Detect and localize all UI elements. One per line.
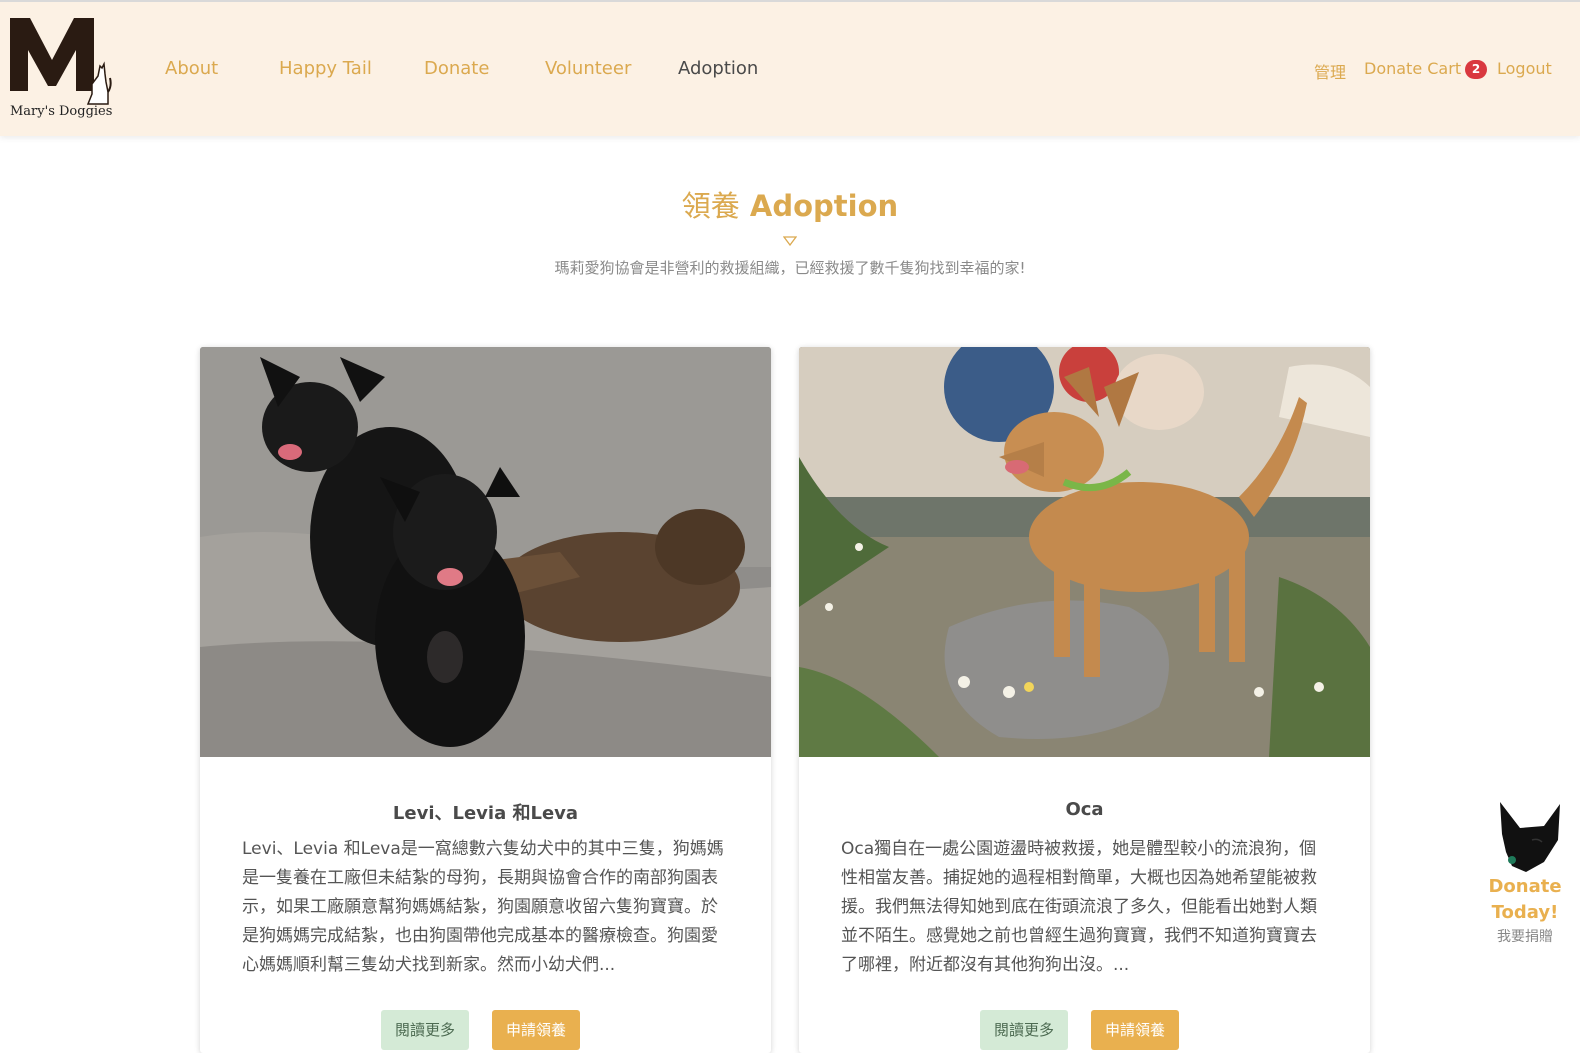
nav-donate-link[interactable]: Donate — [424, 58, 489, 79]
nav-adoption-link[interactable]: Adoption — [678, 58, 758, 79]
card-title: Oca — [1065, 799, 1104, 820]
nav-about-link[interactable]: About — [165, 58, 218, 79]
nav-logout-link[interactable]: Logout — [1497, 59, 1552, 78]
oca-photo-illustration — [799, 347, 1370, 757]
dog-head-icon — [1500, 802, 1560, 872]
donate-subtitle: 我要捐贈 — [1497, 929, 1553, 945]
read-more-button[interactable]: 閱讀更多 — [381, 1010, 470, 1050]
logo-text: Mary's Doggies — [10, 104, 113, 119]
adoption-card: Levi、Levia 和Leva Levi、Levia 和Leva是一窩總數六隻… — [200, 347, 771, 1053]
dog-photo-puppies[interactable] — [200, 347, 771, 757]
nav-happy-tail-link[interactable]: Happy Tail — [279, 58, 372, 79]
logo-m-dog-icon — [10, 18, 112, 105]
nav-admin-link[interactable]: 管理 — [1314, 59, 1346, 83]
donate-today-label: Donate Today! — [1488, 876, 1562, 923]
nav-volunteer-link[interactable]: Volunteer — [545, 58, 631, 79]
apply-adoption-button[interactable]: 申請領養 — [492, 1010, 581, 1050]
nav-donate-cart-link[interactable]: Donate Cart 2 — [1364, 59, 1488, 79]
page-subtitle: 瑪莉愛狗協會是非營利的救援組織，已經救援了數千隻狗找到幸福的家! — [554, 259, 1026, 277]
triangle-divider-icon — [783, 236, 797, 246]
puppies-photo-illustration — [200, 347, 771, 757]
site-logo[interactable]: Mary's Doggies — [8, 16, 112, 124]
donate-cart-label: Donate Cart — [1364, 59, 1462, 78]
read-more-button[interactable]: 閱讀更多 — [980, 1010, 1069, 1050]
page-title-zh: 領養 — [681, 189, 740, 223]
adoption-card: Oca Oca獨自在一處公園遊盪時被救援，她是體型較小的流浪狗，個性相當友善。捕… — [799, 347, 1370, 1053]
floating-donate-widget[interactable]: Donate Today! 我要捐贈 — [1484, 800, 1566, 950]
apply-adoption-button[interactable]: 申請領養 — [1091, 1010, 1180, 1050]
cart-count-badge: 2 — [1465, 60, 1488, 79]
card-description: Levi、Levia 和Leva是一窩總數六隻幼犬中的其中三隻，狗媽媽是一隻養在… — [242, 839, 724, 975]
top-navbar: Mary's Doggies About Happy Tail Donate V… — [0, 0, 1580, 136]
card-title: Levi、Levia 和Leva — [392, 803, 579, 824]
page-title-en: Adoption — [749, 189, 899, 223]
card-description: Oca獨自在一處公園遊盪時被救援，她是體型較小的流浪狗，個性相當友善。捕捉她的過… — [841, 839, 1317, 975]
page-title: 領養 Adoption — [0, 183, 1580, 225]
dog-photo-oca[interactable] — [799, 347, 1370, 757]
